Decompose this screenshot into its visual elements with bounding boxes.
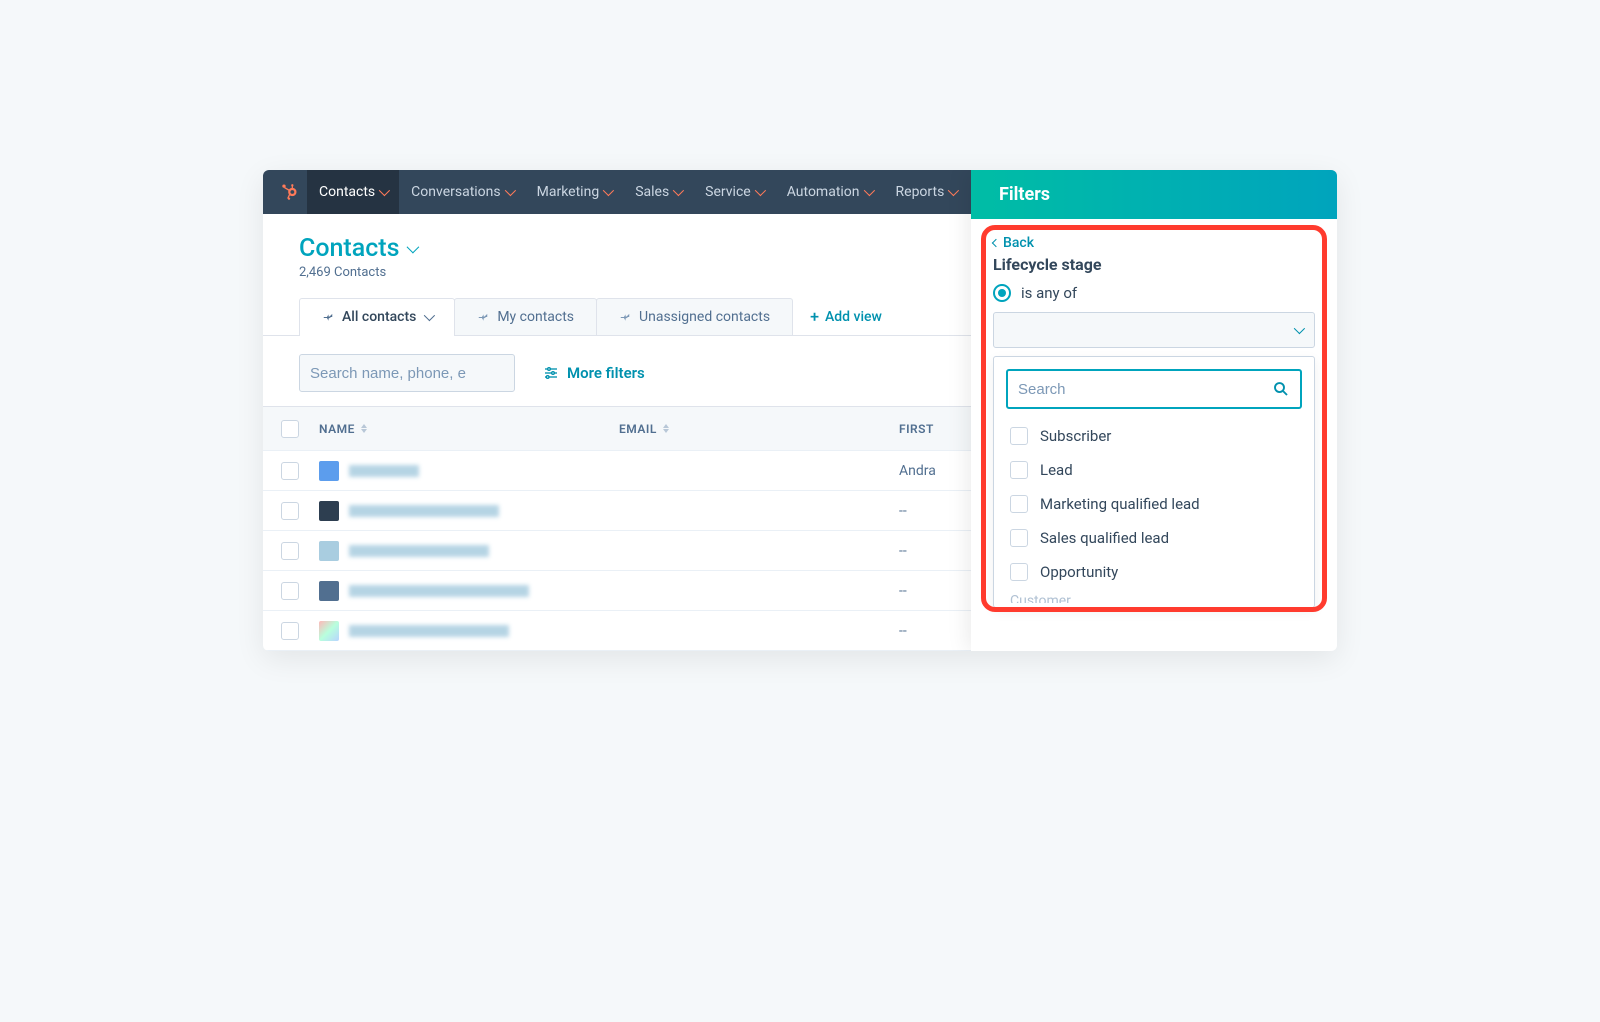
option-label: Sales qualified lead (1040, 529, 1169, 547)
filters-panel: Filters Back Lifecycle stage is any of (971, 170, 1337, 651)
sliders-icon (543, 365, 559, 381)
tab-my-contacts[interactable]: My contacts (454, 298, 597, 335)
nav-sales[interactable]: Sales (623, 170, 693, 214)
option-checkbox[interactable] (1010, 563, 1028, 581)
dropdown-search-field[interactable] (1018, 381, 1272, 398)
chevron-down-icon (1294, 323, 1305, 334)
nav-label: Conversations (411, 184, 500, 200)
pin-icon (619, 311, 631, 323)
nav-label: Service (705, 184, 751, 200)
nav-label: Marketing (537, 184, 600, 200)
chevron-down-icon (603, 185, 614, 196)
option-subscriber[interactable]: Subscriber (1006, 419, 1302, 453)
back-link[interactable]: Back (993, 235, 1315, 251)
column-email[interactable]: EMAIL (619, 422, 899, 436)
search-contacts-input[interactable] (299, 354, 515, 392)
panel-title: Filters (971, 170, 1337, 219)
radio-icon (993, 284, 1011, 302)
sort-icon (361, 424, 371, 433)
chevron-left-icon (992, 239, 1000, 247)
plus-icon: + (810, 307, 819, 326)
option-label: Marketing qualified lead (1040, 495, 1200, 513)
more-filters-label: More filters (567, 364, 645, 382)
option-checkbox[interactable] (1010, 461, 1028, 479)
option-sql[interactable]: Sales qualified lead (1006, 521, 1302, 555)
option-opportunity[interactable]: Opportunity (1006, 555, 1302, 589)
chevron-down-icon (407, 241, 420, 254)
option-label: Lead (1040, 461, 1073, 479)
nav-automation[interactable]: Automation (775, 170, 884, 214)
pin-icon (322, 311, 334, 323)
panel-body: Back Lifecycle stage is any of Subscribe… (971, 219, 1337, 618)
nav-conversations[interactable]: Conversations (399, 170, 524, 214)
row-checkbox[interactable] (281, 582, 299, 600)
option-checkbox[interactable] (1010, 427, 1028, 445)
option-label: Opportunity (1040, 563, 1118, 581)
page-title-text: Contacts (299, 234, 399, 263)
operator-label: is any of (1021, 284, 1077, 302)
row-checkbox[interactable] (281, 542, 299, 560)
sort-icon (663, 424, 673, 433)
chevron-down-icon (379, 185, 390, 196)
option-checkbox[interactable] (1010, 495, 1028, 513)
search-icon (1272, 380, 1290, 398)
value-dropdown: Subscriber Lead Marketing qualified lead… (993, 356, 1315, 608)
tab-label: Unassigned contacts (639, 309, 770, 325)
tab-label: My contacts (497, 309, 574, 325)
row-checkbox[interactable] (281, 502, 299, 520)
chevron-down-icon (673, 185, 684, 196)
value-select[interactable] (993, 312, 1315, 348)
nav-label: Contacts (319, 184, 375, 200)
hubspot-logo[interactable] (271, 182, 307, 202)
row-checkbox[interactable] (281, 462, 299, 480)
back-label: Back (1003, 235, 1034, 251)
select-all-checkbox[interactable] (281, 420, 299, 438)
avatar (319, 501, 339, 521)
option-lead[interactable]: Lead (1006, 453, 1302, 487)
tab-unassigned-contacts[interactable]: Unassigned contacts (596, 298, 793, 335)
column-name[interactable]: NAME (319, 422, 619, 436)
operator-radio[interactable]: is any of (993, 284, 1315, 302)
tab-all-contacts[interactable]: All contacts (299, 298, 455, 335)
chevron-down-icon (863, 185, 874, 196)
nav-label: Reports (896, 184, 945, 200)
app-window: Contacts Conversations Marketing Sales S… (263, 170, 1337, 651)
add-view-label: Add view (825, 309, 882, 325)
chevron-down-icon (504, 185, 515, 196)
pin-icon (477, 311, 489, 323)
row-checkbox[interactable] (281, 622, 299, 640)
option-cutoff: Customer (1006, 589, 1302, 603)
filter-property-title: Lifecycle stage (993, 255, 1315, 274)
chevron-down-icon (424, 310, 435, 321)
nav-marketing[interactable]: Marketing (525, 170, 624, 214)
tab-label: All contacts (342, 309, 416, 325)
nav-label: Sales (635, 184, 669, 200)
avatar (319, 581, 339, 601)
nav-contacts[interactable]: Contacts (307, 170, 399, 214)
option-checkbox[interactable] (1010, 529, 1028, 547)
option-mql[interactable]: Marketing qualified lead (1006, 487, 1302, 521)
dropdown-search[interactable] (1006, 369, 1302, 409)
search-field[interactable] (310, 365, 509, 382)
nav-reports[interactable]: Reports (884, 170, 969, 214)
nav-label: Automation (787, 184, 860, 200)
avatar (319, 461, 339, 481)
more-filters-button[interactable]: More filters (543, 364, 645, 382)
add-view-button[interactable]: + Add view (810, 307, 882, 326)
chevron-down-icon (948, 185, 959, 196)
nav-service[interactable]: Service (693, 170, 775, 214)
chevron-down-icon (754, 185, 765, 196)
option-label: Subscriber (1040, 427, 1111, 445)
avatar (319, 621, 339, 641)
avatar (319, 541, 339, 561)
